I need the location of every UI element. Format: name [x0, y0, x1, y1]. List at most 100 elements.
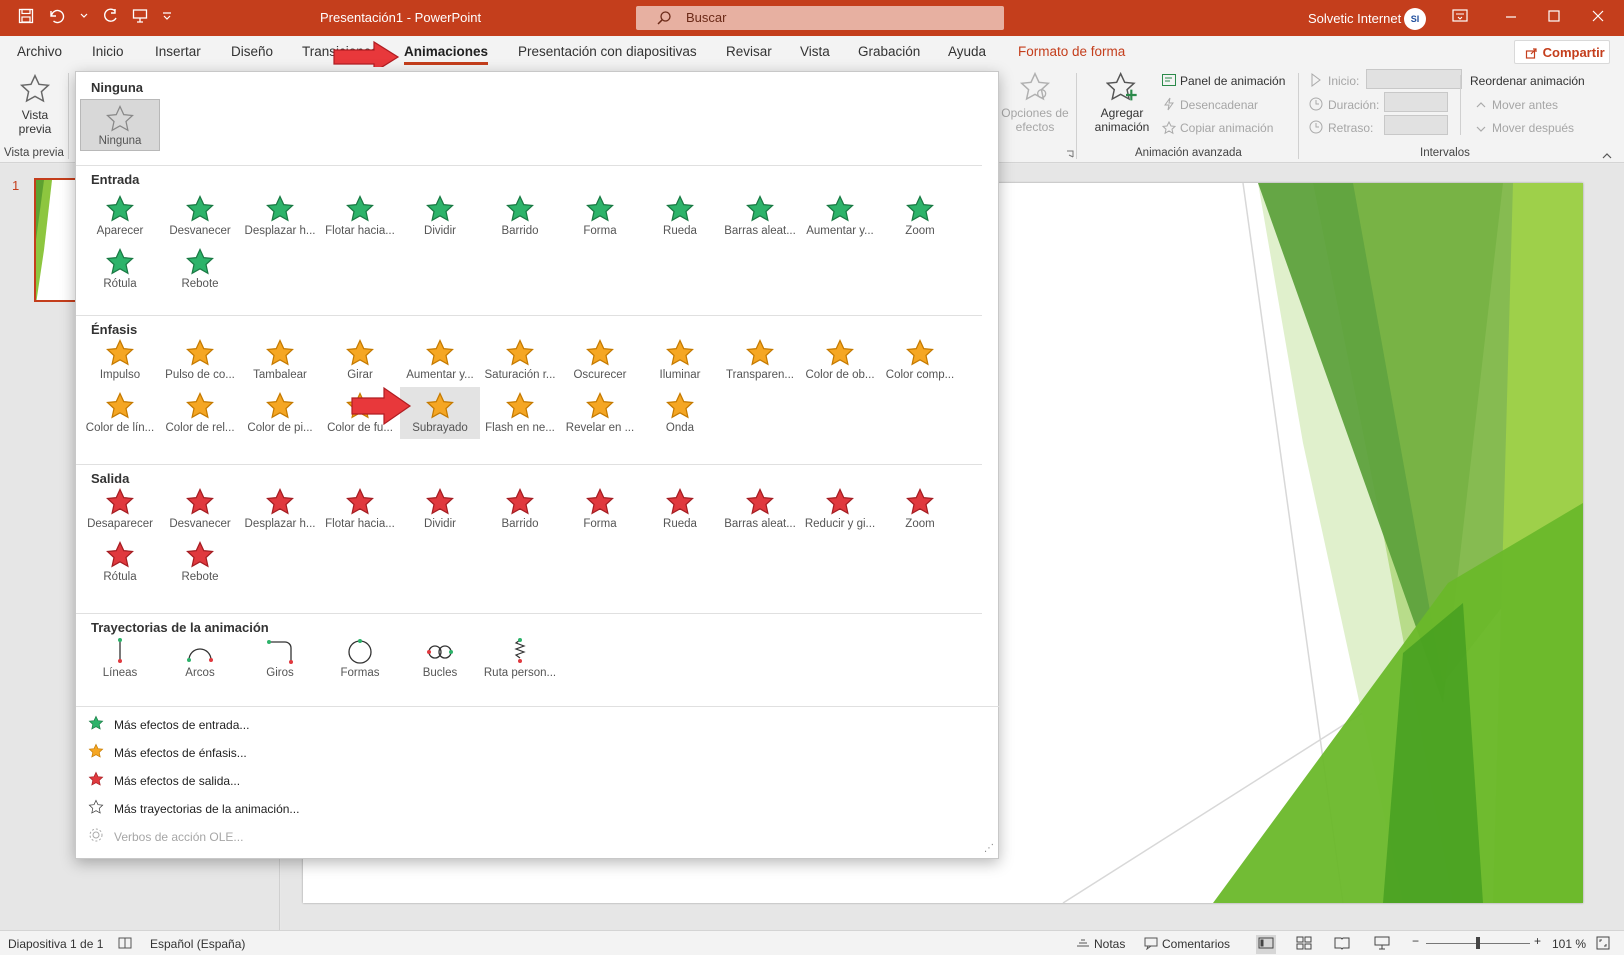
slide-sorter-icon[interactable] [1296, 936, 1312, 953]
effect-emphasis-pulso-de-co[interactable]: Pulso de co... [160, 334, 240, 386]
more-emphasis-effects[interactable]: Más efectos de énfasis... [88, 743, 247, 762]
more-entrance-effects[interactable]: Más efectos de entrada... [88, 715, 249, 734]
chevron-down-icon[interactable] [80, 12, 88, 20]
zoom-level[interactable]: 101 % [1552, 937, 1586, 951]
effect-entrance-rebote[interactable]: Rebote [160, 243, 240, 295]
more-motion-paths[interactable]: Más trayectorias de la animación... [88, 799, 299, 818]
trigger-button[interactable]: Desencadenar [1180, 98, 1258, 112]
animation-pane-button[interactable]: Panel de animación [1180, 74, 1285, 88]
normal-view-icon[interactable] [1256, 935, 1276, 954]
move-earlier-button[interactable]: Mover antes [1492, 98, 1558, 112]
effect-path-ruta-person[interactable]: Ruta person... [480, 632, 560, 684]
search-box[interactable]: Buscar [636, 6, 1004, 30]
effect-emphasis-girar[interactable]: Girar [320, 334, 400, 386]
effect-emphasis-color-de-ob[interactable]: Color de ob... [800, 334, 880, 386]
present-icon[interactable] [132, 8, 148, 24]
effect-entrance-rueda[interactable]: Rueda [640, 190, 720, 242]
tab-archivo[interactable]: Archivo [17, 44, 62, 59]
effect-emphasis-impulso[interactable]: Impulso [80, 334, 160, 386]
effect-exit-desaparecer[interactable]: Desaparecer [80, 483, 160, 535]
effect-exit-barras-aleat[interactable]: Barras aleat... [720, 483, 800, 535]
effect-entrance-aparecer[interactable]: Aparecer [80, 190, 160, 242]
effect-exit-zoom[interactable]: Zoom [880, 483, 960, 535]
language-indicator[interactable]: Español (España) [150, 937, 245, 951]
move-later-button[interactable]: Mover después [1492, 121, 1574, 135]
effect-exit-rebote[interactable]: Rebote [160, 536, 240, 588]
effect-options-button[interactable]: Opciones de efectos [1000, 71, 1070, 141]
slideshow-icon[interactable] [1374, 936, 1390, 953]
preview-button[interactable]: Vista previa [8, 71, 62, 141]
effect-path-arcos[interactable]: Arcos [160, 632, 240, 684]
tab-inicio[interactable]: Inicio [92, 44, 124, 59]
tab-presentacion[interactable]: Presentación con diapositivas [518, 44, 697, 59]
effect-exit-rotula[interactable]: Rótula [80, 536, 160, 588]
effect-exit-reducir-y-gi[interactable]: Reducir y gi... [800, 483, 880, 535]
resize-grip-icon[interactable]: ⋰ [984, 843, 994, 854]
effect-emphasis-onda[interactable]: Onda [640, 387, 720, 439]
maximize-icon[interactable] [1547, 9, 1561, 26]
effect-exit-rueda[interactable]: Rueda [640, 483, 720, 535]
effect-emphasis-color-de-rel[interactable]: Color de rel... [160, 387, 240, 439]
effect-entrance-forma[interactable]: Forma [560, 190, 640, 242]
effect-emphasis-flash-en-ne[interactable]: Flash en ne... [480, 387, 560, 439]
effect-emphasis-aumentar-y[interactable]: Aumentar y... [400, 334, 480, 386]
zoom-slider-thumb[interactable] [1476, 937, 1480, 949]
effect-emphasis-revelar-en[interactable]: Revelar en ... [560, 387, 640, 439]
effect-emphasis-oscurecer[interactable]: Oscurecer [560, 334, 640, 386]
duration-stepper[interactable] [1384, 92, 1448, 112]
tab-vista[interactable]: Vista [800, 44, 830, 59]
effect-entrance-desvanecer[interactable]: Desvanecer [160, 190, 240, 242]
dialog-launcher-icon[interactable] [1066, 147, 1074, 161]
share-button[interactable]: Compartir [1514, 40, 1610, 64]
effect-entrance-aumentar-y[interactable]: Aumentar y... [800, 190, 880, 242]
effect-emphasis-color-de-pi[interactable]: Color de pi... [240, 387, 320, 439]
redo-icon[interactable] [102, 8, 118, 24]
customize-qat-icon[interactable] [162, 11, 172, 21]
minimize-icon[interactable] [1504, 9, 1518, 26]
notes-button[interactable]: Notas [1094, 937, 1125, 951]
tab-formato-de-forma[interactable]: Formato de forma [1018, 44, 1125, 59]
effect-exit-barrido[interactable]: Barrido [480, 483, 560, 535]
effect-path-bucles[interactable]: Bucles [400, 632, 480, 684]
effect-emphasis-tambalear[interactable]: Tambalear [240, 334, 320, 386]
tab-animaciones[interactable]: Animaciones [404, 44, 489, 65]
tab-revisar[interactable]: Revisar [726, 44, 772, 59]
copy-animation-button[interactable]: Copiar animación [1180, 121, 1273, 135]
effect-entrance-rotula[interactable]: Rótula [80, 243, 160, 295]
effect-entrance-barrido[interactable]: Barrido [480, 190, 560, 242]
effect-entrance-zoom[interactable]: Zoom [880, 190, 960, 242]
tab-insertar[interactable]: Insertar [155, 44, 201, 59]
effect-path-lineas[interactable]: Líneas [80, 632, 160, 684]
fit-to-window-icon[interactable] [1596, 936, 1610, 953]
zoom-in-button[interactable]: + [1534, 934, 1541, 948]
effect-exit-dividir[interactable]: Dividir [400, 483, 480, 535]
effect-emphasis-saturacion-r[interactable]: Saturación r... [480, 334, 560, 386]
comments-button[interactable]: Comentarios [1162, 937, 1230, 951]
effect-entrance-dividir[interactable]: Dividir [400, 190, 480, 242]
effect-emphasis-transparen[interactable]: Transparen... [720, 334, 800, 386]
effect-entrance-flotar-hacia[interactable]: Flotar hacia... [320, 190, 400, 242]
effect-emphasis-subrayado[interactable]: Subrayado [400, 387, 480, 439]
effect-entrance-desplazar-h[interactable]: Desplazar h... [240, 190, 320, 242]
effect-exit-desvanecer[interactable]: Desvanecer [160, 483, 240, 535]
tab-diseno[interactable]: Diseño [231, 44, 273, 59]
effect-path-giros[interactable]: Giros [240, 632, 320, 684]
delay-stepper[interactable] [1384, 115, 1448, 135]
user-name[interactable]: Solvetic Internet [1308, 11, 1401, 26]
effect-emphasis-color-comp[interactable]: Color comp... [880, 334, 960, 386]
save-icon[interactable] [18, 8, 34, 24]
effect-emphasis-color-de-lin[interactable]: Color de lín... [80, 387, 160, 439]
effect-entrance-barras-aleat[interactable]: Barras aleat... [720, 190, 800, 242]
zoom-slider[interactable] [1426, 937, 1530, 949]
ribbon-display-icon[interactable] [1452, 9, 1468, 26]
effect-none-ninguna[interactable]: Ninguna [80, 99, 160, 151]
start-select[interactable] [1366, 69, 1462, 89]
undo-icon[interactable] [48, 8, 66, 24]
tab-grabacion[interactable]: Grabación [858, 44, 920, 59]
add-animation-button[interactable]: Agregar animación [1084, 71, 1160, 141]
effect-emphasis-iluminar[interactable]: Iluminar [640, 334, 720, 386]
effect-exit-desplazar-h[interactable]: Desplazar h... [240, 483, 320, 535]
collapse-ribbon-icon[interactable] [1602, 149, 1612, 163]
avatar[interactable]: SI [1404, 8, 1426, 30]
effect-exit-forma[interactable]: Forma [560, 483, 640, 535]
